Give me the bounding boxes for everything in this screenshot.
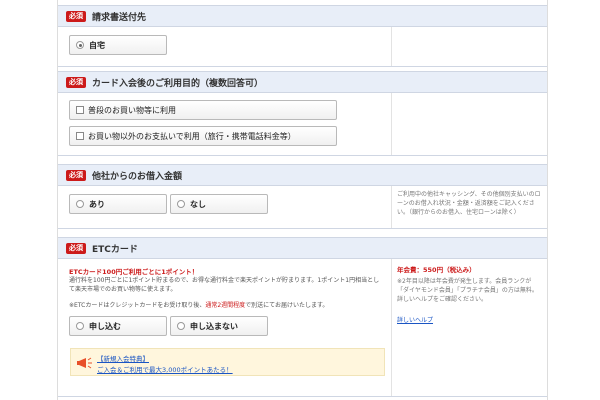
radio-icon bbox=[76, 200, 84, 208]
etc-description: 通行料を100円ごとに1ポイント貯まるので、お得な通行料金で楽天ポイントが貯まり… bbox=[69, 277, 380, 293]
billing-side-panel bbox=[391, 27, 548, 66]
billing-home-label: 自宅 bbox=[89, 40, 105, 50]
borrowing-title: 他社からのお借入金額 bbox=[92, 171, 183, 182]
megaphone-icon bbox=[77, 357, 92, 369]
billing-section: 必須 請求書送付先 自宅 bbox=[58, 5, 547, 67]
etc-decline-label: 申し込まない bbox=[190, 321, 238, 331]
borrowing-section-header: 必須 他社からのお借入金額 bbox=[58, 165, 547, 186]
borrowing-yes-label: あり bbox=[89, 199, 105, 209]
etc-note-suffix: で別送にてお届けいたします。 bbox=[245, 302, 329, 309]
purpose-option-label: お買い物以外のお支払いで利用（旅行・携帯電話料金等） bbox=[88, 131, 296, 141]
billing-title: 請求書送付先 bbox=[92, 12, 147, 23]
etc-apply-label: 申し込む bbox=[89, 321, 121, 331]
purpose-shopping-checkbox[interactable]: 普段のお買い物等に利用 bbox=[69, 100, 337, 120]
etc-campaign-banner[interactable]: 【新規入会特典】 ご入会＆ご利用で最大3,000ポイントあたる！ bbox=[70, 348, 385, 376]
etc-note-prefix: ※ETCカードはクレジットカードをお受け取り後、 bbox=[69, 302, 206, 309]
purpose-section: 必須 カード入会後のご利用目的（複数回答可） 普段のお買い物等に利用 お買い物以… bbox=[58, 71, 547, 156]
banner-line-1[interactable]: 【新規入会特典】 bbox=[97, 353, 149, 363]
required-badge: 必須 bbox=[66, 76, 86, 88]
help-link-text[interactable]: 詳しいヘルプ bbox=[397, 317, 433, 324]
etc-fee: 年会費：550円（税込み） bbox=[397, 266, 476, 274]
purpose-section-header: 必須 カード入会後のご利用目的（複数回答可） bbox=[58, 72, 547, 93]
etc-note-duration: 通常2週間程度 bbox=[205, 302, 246, 309]
etc-section: 必須 ETCカード 年会費：550円（税込み） ※2年目以降は年会費が発生します… bbox=[58, 237, 547, 397]
radio-icon bbox=[177, 322, 185, 330]
checkbox-icon bbox=[76, 106, 84, 114]
etc-side-panel: 年会費：550円（税込み） ※2年目以降は年会費が発生します。会員ランクが「ダイ… bbox=[391, 259, 548, 396]
required-badge: 必須 bbox=[66, 10, 86, 22]
form-frame: 必須 請求書送付先 自宅 必須 カード入会後のご利用目的（複数回答可） 普段のお… bbox=[57, 0, 548, 400]
etc-promo: ETCカード100円ご利用ごとに1ポイント！ bbox=[69, 268, 199, 276]
etc-decline-radio[interactable]: 申し込まない bbox=[170, 316, 268, 336]
borrowing-side-panel: ご利用中の他社キャッシング、その他個別支払いのローンのお借入れ状況・金額・返済額… bbox=[391, 186, 548, 228]
purpose-option-label: 普段のお買い物等に利用 bbox=[88, 105, 176, 115]
radio-icon bbox=[76, 322, 84, 330]
banner-link-2[interactable]: ご入会＆ご利用で最大3,000ポイントあたる！ bbox=[97, 366, 233, 374]
etc-section-header: 必須 ETCカード bbox=[58, 238, 547, 259]
billing-section-header: 必須 請求書送付先 bbox=[58, 6, 547, 27]
required-badge: 必須 bbox=[66, 242, 86, 254]
purpose-side-panel bbox=[391, 93, 548, 155]
etc-help-link[interactable]: 詳しいヘルプ bbox=[397, 316, 543, 325]
borrowing-no-radio[interactable]: なし bbox=[170, 194, 268, 214]
borrowing-section: 必須 他社からのお借入金額 ご利用中の他社キャッシング、その他個別支払いのローン… bbox=[58, 164, 547, 229]
required-badge: 必須 bbox=[66, 169, 86, 181]
radio-selected-icon bbox=[76, 41, 84, 49]
etc-fee-note: ※2年目以降は年会費が発生します。会員ランクが「ダイヤモンド会員」「プラチナ会員… bbox=[397, 278, 538, 303]
billing-home-radio[interactable]: 自宅 bbox=[69, 35, 167, 55]
checkbox-icon bbox=[76, 132, 84, 140]
banner-link-1[interactable]: 【新規入会特典】 bbox=[97, 355, 149, 363]
radio-icon bbox=[177, 200, 185, 208]
banner-line-2[interactable]: ご入会＆ご利用で最大3,000ポイントあたる！ bbox=[97, 364, 233, 374]
purpose-title: カード入会後のご利用目的（複数回答可） bbox=[92, 78, 264, 89]
etc-delivery-note: ※ETCカードはクレジットカードをお受け取り後、通常2週間程度で別送にてお届けい… bbox=[69, 301, 387, 310]
borrowing-note: ご利用中の他社キャッシング、その他個別支払いのローンのお借入れ状況・金額・返済額… bbox=[397, 191, 541, 216]
borrowing-no-label: なし bbox=[190, 199, 206, 209]
borrowing-yes-radio[interactable]: あり bbox=[69, 194, 167, 214]
purpose-other-payments-checkbox[interactable]: お買い物以外のお支払いで利用（旅行・携帯電話料金等） bbox=[69, 126, 337, 146]
etc-title: ETCカード bbox=[92, 244, 138, 255]
etc-apply-radio[interactable]: 申し込む bbox=[69, 316, 167, 336]
